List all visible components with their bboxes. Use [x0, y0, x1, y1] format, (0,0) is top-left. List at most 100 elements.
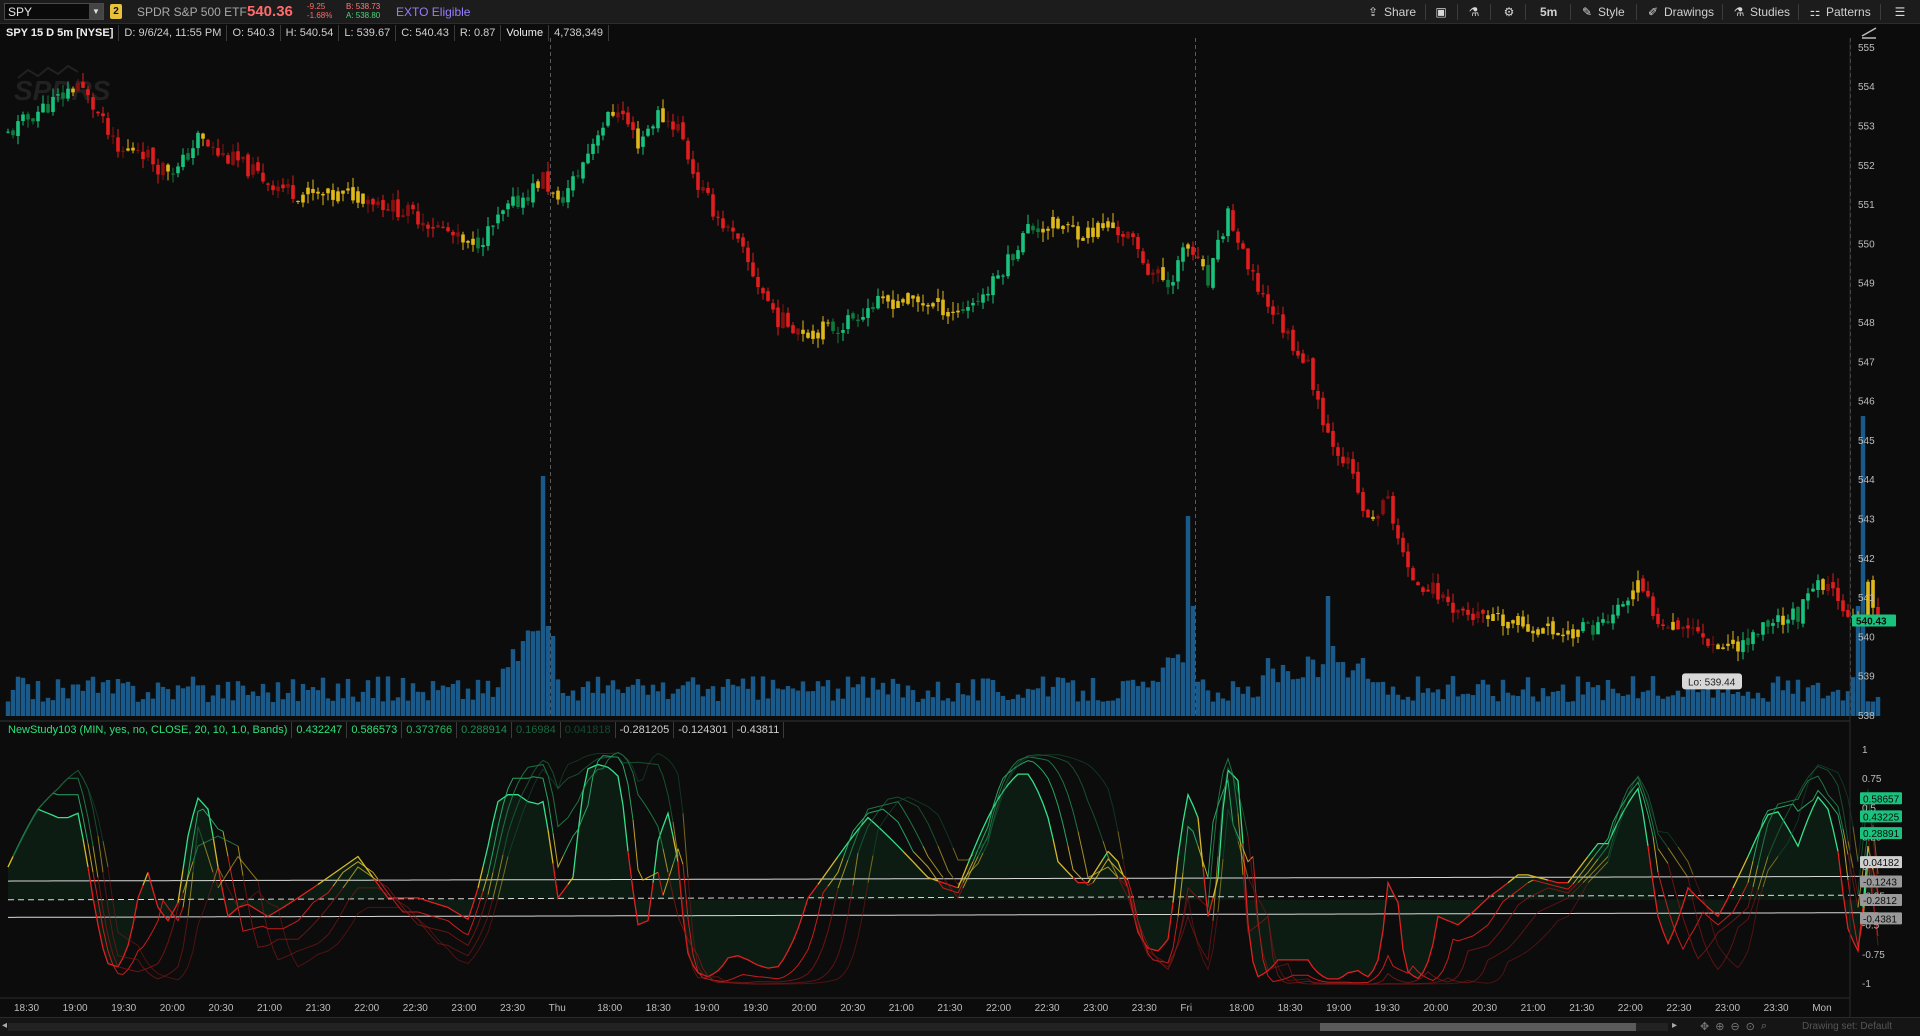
volume-bar — [215, 684, 221, 716]
volume-bar — [75, 684, 81, 716]
candle-body — [411, 204, 415, 210]
volume-bar — [60, 687, 66, 716]
candle-body — [431, 227, 435, 229]
symbol-selector[interactable]: ▼ — [4, 3, 104, 20]
settings-button[interactable]: ⚙ — [1502, 3, 1516, 21]
volume-bar — [10, 689, 16, 716]
candle-body — [1181, 247, 1185, 262]
scroll-left-icon[interactable]: ◂ — [2, 1020, 7, 1031]
volume-value: 4,738,349 — [549, 25, 610, 41]
candle-body — [811, 330, 815, 339]
volume-bar — [915, 701, 921, 716]
zoom-reset-icon[interactable]: ⊙ — [1746, 1020, 1755, 1033]
volume-bar — [1850, 677, 1856, 716]
candle-body — [1191, 246, 1195, 255]
volume-bar — [1555, 690, 1561, 716]
volume-bar — [815, 681, 821, 716]
volume-bar — [1615, 693, 1621, 716]
volume-bar — [1425, 688, 1431, 716]
candle-body — [1536, 629, 1540, 635]
chart-title[interactable]: SPY 15 D 5m [NYSE] — [4, 25, 120, 41]
time-tick-label: 22:00 — [986, 1003, 1011, 1014]
candle-body — [1036, 228, 1040, 233]
link-group-badge[interactable]: 2 — [110, 4, 122, 19]
symbol-input[interactable] — [8, 4, 88, 19]
volume-bar — [450, 683, 456, 716]
volume-bar — [35, 680, 41, 716]
candle-body — [441, 226, 445, 228]
volume-bar — [1540, 688, 1546, 716]
candle-body — [1551, 621, 1555, 635]
volume-label[interactable]: Volume — [501, 25, 550, 41]
volume-bar — [560, 692, 566, 716]
candle-body — [186, 153, 190, 160]
time-tick-label: 21:30 — [937, 1003, 962, 1014]
volume-bar — [355, 701, 361, 716]
notes-button[interactable]: ▣ — [1434, 3, 1448, 21]
candle-body — [711, 194, 715, 217]
volume-bar — [970, 679, 976, 716]
style-button[interactable]: ✎ Style — [1580, 3, 1625, 21]
time-tick-label: 19:30 — [1375, 1003, 1400, 1014]
volume-bar — [1660, 698, 1666, 716]
volume-bar — [25, 684, 31, 716]
candle-body — [101, 113, 105, 117]
volume-bar — [655, 691, 661, 716]
volume-bar — [535, 630, 541, 716]
volume-bar — [730, 684, 736, 716]
volume-bar — [1215, 692, 1221, 716]
chevron-down-icon[interactable]: ▼ — [89, 4, 103, 19]
volume-bar — [755, 699, 761, 716]
study-name[interactable]: NewStudy103 (MIN, yes, no, CLOSE, 20, 10… — [4, 722, 293, 738]
pan-icon[interactable]: ✥ — [1700, 1020, 1709, 1033]
volume-bar — [1030, 689, 1036, 716]
volume-bar — [1175, 654, 1181, 716]
candle-body — [346, 188, 350, 191]
volume-bar — [1040, 676, 1046, 716]
zoom-in-icon[interactable]: ⊕ — [1715, 1020, 1724, 1033]
volume-bar — [1265, 658, 1271, 716]
candle-body — [1501, 614, 1505, 627]
candle-body — [1471, 613, 1475, 620]
oscillator-tick-label: 0.75 — [1862, 774, 1882, 785]
volume-bar — [845, 676, 851, 716]
candle-body — [171, 173, 175, 175]
volume-bar — [1055, 677, 1061, 716]
flask-button[interactable]: ⚗ — [1467, 3, 1481, 21]
candle-body — [1331, 430, 1335, 447]
candle-body — [761, 288, 765, 294]
zoom-out-icon[interactable]: ⊖ — [1730, 1020, 1739, 1033]
candle-body — [1426, 589, 1430, 592]
candle-body — [1791, 608, 1795, 620]
volume-bar — [1120, 681, 1126, 716]
candle-body — [646, 128, 650, 136]
price-tick-label: 539 — [1858, 672, 1875, 683]
chart-canvas[interactable]: SPDRS 555 554 553 552 551 550 549 548 547 546 545 5… — [0, 24, 1920, 1018]
volume-bar — [1305, 656, 1311, 716]
studies-button[interactable]: ⚗ Studies — [1732, 3, 1790, 21]
volume-bar — [850, 687, 856, 716]
candle-body — [1596, 622, 1600, 635]
patterns-button[interactable]: ⚏ Patterns — [1808, 3, 1871, 21]
volume-bar — [575, 700, 581, 716]
study-value: 0.432247 — [292, 722, 348, 738]
candle-body — [626, 112, 630, 125]
candle-body — [1621, 604, 1625, 607]
volume-bar — [485, 680, 491, 716]
menu-button[interactable]: ☰ — [1893, 3, 1907, 21]
candle-body — [1636, 580, 1640, 593]
share-button[interactable]: ⇪ Share — [1366, 3, 1416, 21]
timeframe-button[interactable]: 5m — [1540, 3, 1557, 21]
volume-bar — [1470, 695, 1476, 716]
magnifier-icon[interactable]: ⌕ — [1761, 1020, 1767, 1033]
scrollbar-thumb[interactable] — [1320, 1023, 1636, 1031]
scroll-right-icon[interactable]: ▸ — [1672, 1020, 1677, 1031]
volume-bar — [985, 678, 991, 716]
volume-bar — [15, 676, 21, 716]
drawing-set-label[interactable]: Drawing set: Default — [1802, 1021, 1892, 1032]
oscillator-value-label: 0.04182 — [1863, 858, 1900, 869]
drawings-button[interactable]: ✐ Drawings — [1646, 3, 1714, 21]
candle-body — [741, 237, 745, 247]
volume-bar — [1610, 688, 1616, 716]
candle-body — [1671, 621, 1675, 630]
